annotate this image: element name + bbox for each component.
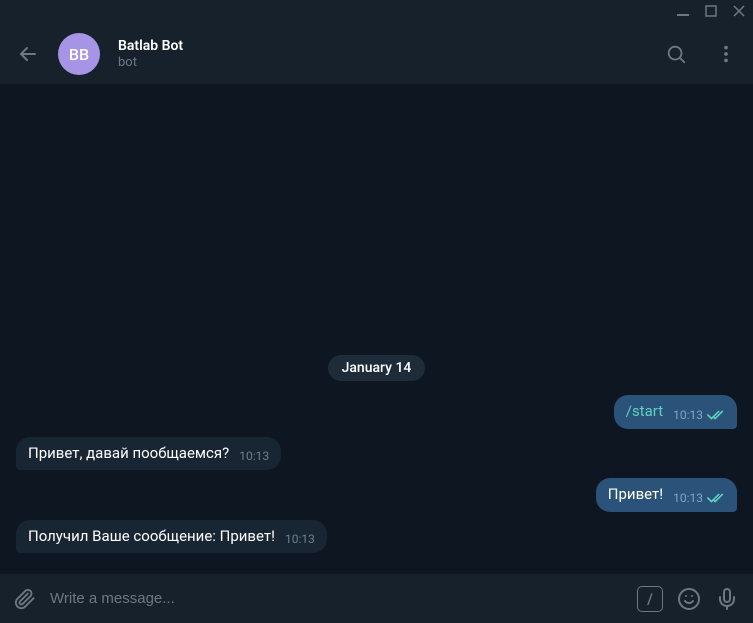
chat-header: BB Batlab Bot bot	[0, 24, 753, 84]
microphone-icon[interactable]	[715, 587, 739, 611]
date-divider: January 14	[328, 355, 426, 381]
minimize-icon[interactable]	[677, 5, 689, 20]
message-text: /start	[626, 402, 663, 422]
avatar-initials: BB	[69, 45, 89, 64]
chat-subtitle: bot	[118, 55, 647, 70]
close-icon[interactable]	[733, 5, 745, 20]
message-text: Получил Ваше сообщение: Привет!	[28, 527, 275, 547]
input-bar: /	[0, 573, 753, 623]
message-time: 10:13	[285, 532, 315, 546]
message-in[interactable]: Получил Ваше сообщение: Привет! 10:13	[16, 520, 737, 554]
commands-button[interactable]: /	[637, 586, 663, 612]
chat-title: Batlab Bot	[118, 38, 647, 54]
back-button[interactable]	[16, 42, 40, 66]
slash-label: /	[647, 590, 653, 608]
message-time: 10:13	[239, 449, 269, 463]
maximize-icon[interactable]	[705, 5, 717, 20]
read-icon	[707, 409, 725, 421]
attach-icon[interactable]	[14, 588, 36, 610]
emoji-icon[interactable]	[677, 587, 701, 611]
search-icon[interactable]	[665, 43, 687, 65]
chat-info[interactable]: Batlab Bot bot	[118, 38, 647, 70]
more-icon[interactable]	[715, 43, 737, 65]
header-actions	[665, 43, 737, 65]
read-icon	[707, 492, 725, 504]
message-text: Привет, давай пообщаемся?	[28, 444, 229, 464]
chat-area[interactable]: January 14 /start 10:13 Привет, давай по…	[0, 84, 753, 573]
message-time: 10:13	[673, 408, 703, 422]
message-text: Привет!	[608, 485, 663, 505]
window-titlebar	[0, 0, 753, 24]
message-out[interactable]: Привет! 10:13	[16, 478, 737, 512]
avatar[interactable]: BB	[58, 33, 100, 75]
message-out[interactable]: /start 10:13	[16, 395, 737, 429]
message-time: 10:13	[673, 491, 703, 505]
message-in[interactable]: Привет, давай пообщаемся? 10:13	[16, 437, 737, 471]
message-input[interactable]	[50, 590, 623, 607]
